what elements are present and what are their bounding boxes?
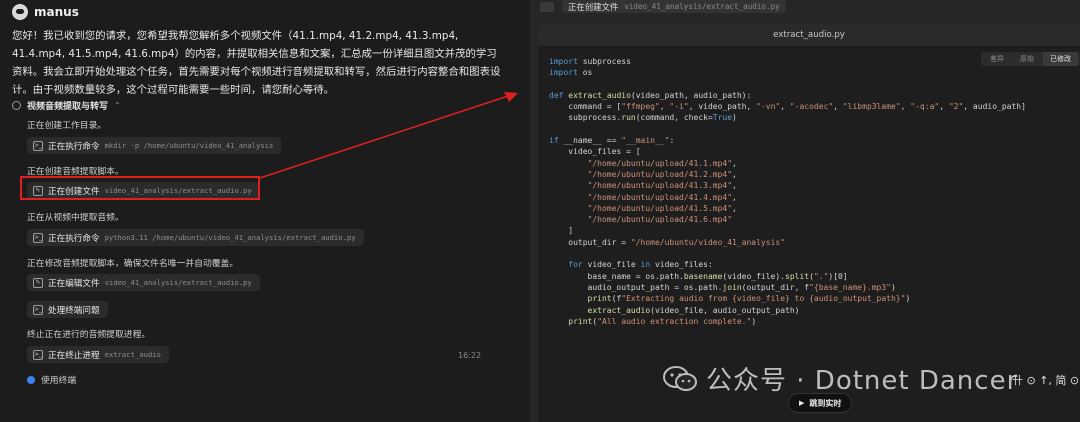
step-text: 正在修改音频提取脚本，确保文件名唯一并自动覆盖。 — [27, 259, 239, 269]
watermark-extra: 卄 ⊙ ↑, 简 ⊙ — [1012, 374, 1080, 387]
chevron-up-icon: ⌃ — [114, 101, 121, 110]
file-edit-icon: ✎ — [33, 277, 43, 288]
tool-arg: mkdir -p /home/ubuntu/video_41_analysis — [104, 141, 274, 150]
tool-call-chip[interactable]: >_ 正在执行命令 mkdir -p /home/ubuntu/video_41… — [27, 137, 282, 154]
jump-to-live-button[interactable]: ▶ 跳到实时 — [788, 393, 853, 413]
assistant-message: 您好！我已收到您的请求，您希望我帮您解析多个视频文件（41.1.mp4, 41.… — [12, 30, 501, 96]
step-text: 终止正在进行的音频提取进程。 — [27, 330, 151, 340]
terminal-icon: >_ — [33, 304, 43, 315]
current-action-path: video_41_analysis/extract_audio.py — [624, 2, 780, 11]
manus-logo-icon — [12, 4, 28, 20]
tool-label: 正在终止进程 — [48, 350, 100, 361]
status-dot-icon — [27, 375, 35, 384]
current-action-label: 正在创建文件 — [568, 1, 619, 12]
terminal-icon: >_ — [33, 349, 43, 360]
jump-label: 跳到实时 — [809, 398, 842, 408]
tool-arg: extract_audio — [104, 350, 161, 359]
terminal-icon: >_ — [33, 232, 43, 243]
highlight-box — [20, 176, 260, 200]
brand-name: manus — [34, 5, 79, 19]
section-title: 视频音频提取与转写 — [27, 102, 109, 112]
editor-filename: extract_audio.py — [538, 24, 1080, 46]
tool-call-chip[interactable]: >_ 正在执行命令 python3.11 /home/ubuntu/video_… — [27, 229, 364, 246]
tool-call-chip[interactable]: ✎ 正在编辑文件 video_41_analysis/extract_audio… — [27, 274, 260, 291]
watermark: 公众号 · Dotnet Dancer — [662, 360, 1018, 397]
terminal-use-item[interactable]: 使用终端 — [27, 373, 76, 386]
tool-call-chip[interactable]: >_ 正在终止进程 extract_audio — [27, 346, 169, 363]
terminal-use-label: 使用终端 — [41, 376, 77, 386]
terminal-icon: >_ — [33, 140, 43, 151]
play-icon: ▶ — [799, 399, 805, 407]
tool-arg: video_41_analysis/extract_audio.py — [104, 278, 252, 287]
step-text: 正在创建工作目录。 — [27, 121, 107, 131]
step-text: 正在从视频中提取音频。 — [27, 213, 124, 223]
task-section-header[interactable]: 视频音频提取与转写 ⌃ — [12, 99, 121, 112]
chat-panel: manus 您好！我已收到您的请求，您希望我帮您解析多个视频文件（41.1.mp… — [0, 0, 530, 422]
tool-label: 正在执行命令 — [48, 233, 100, 244]
timestamp: 16:22 — [458, 351, 482, 360]
current-action-chip: 正在创建文件 video_41_analysis/extract_audio.p… — [562, 0, 786, 13]
tab-modified[interactable]: 已修改 — [1043, 52, 1078, 66]
panel-header: 正在创建文件 video_41_analysis/extract_audio.p… — [540, 0, 786, 13]
computer-panel: 正在创建文件 video_41_analysis/extract_audio.p… — [530, 0, 1080, 422]
tool-arg: python3.11 /home/ubuntu/video_41_analysi… — [104, 233, 356, 242]
tool-label: 正在执行命令 — [48, 141, 100, 152]
watermark-text: 公众号 · Dotnet Dancer — [706, 366, 1019, 396]
tool-label: 处理终端问题 — [48, 305, 100, 316]
tool-call-chip[interactable]: >_ 处理终端问题 — [27, 301, 108, 318]
brand: manus — [12, 4, 79, 20]
wechat-logo-icon — [663, 365, 697, 391]
tool-label: 正在编辑文件 — [48, 278, 100, 289]
file-edit-icon — [540, 1, 554, 12]
status-circle-icon — [12, 101, 21, 110]
code-content: import subprocess import os def extract_… — [549, 57, 1026, 326]
